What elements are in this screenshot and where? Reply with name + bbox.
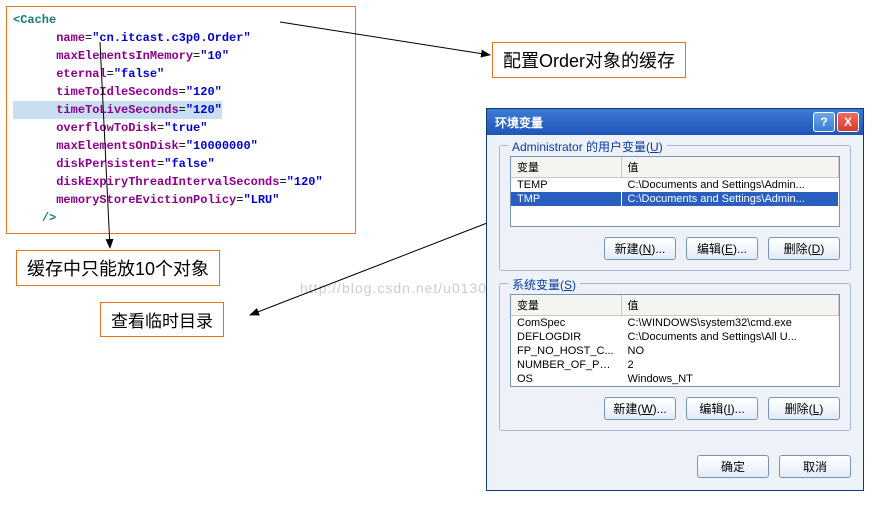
- user-vars-table[interactable]: 变量 值 TEMPC:\Documents and Settings\Admin…: [510, 156, 840, 227]
- code-attr-memoryStoreEvictionPolicy: memoryStoreEvictionPolicy="LRU": [13, 191, 349, 209]
- annotation-temp-dir: 查看临时目录: [100, 302, 224, 337]
- user-delete-button[interactable]: 删除(D): [768, 237, 840, 260]
- user-vars-fieldset: Administrator 的用户变量(U) 变量 值 TEMPC:\Docum…: [499, 145, 851, 271]
- code-attr-timeToLiveSeconds: timeToLiveSeconds="120": [13, 101, 222, 119]
- code-attr-diskPersistent: diskPersistent="false": [13, 155, 349, 173]
- user-edit-button[interactable]: 编辑(E)...: [686, 237, 758, 260]
- sys-new-button[interactable]: 新建(W)...: [604, 397, 676, 420]
- table-row[interactable]: OSWindows_NT: [511, 372, 839, 386]
- ok-button[interactable]: 确定: [697, 455, 769, 478]
- xml-code-block: <Cache name="cn.itcast.c3p0.Order" maxEl…: [6, 6, 356, 234]
- code-attr-eternal: eternal="false": [13, 65, 349, 83]
- env-vars-dialog: 环境变量 ? X Administrator 的用户变量(U) 变量 值 TEM…: [486, 108, 864, 491]
- table-row[interactable]: TMPC:\Documents and Settings\Admin...: [511, 192, 839, 206]
- code-attr-maxElementsInMemory: maxElementsInMemory="10": [13, 47, 349, 65]
- code-attr-maxElementsOnDisk: maxElementsOnDisk="10000000": [13, 137, 349, 155]
- code-attr-overflowToDisk: overflowToDisk="true": [13, 119, 349, 137]
- table-row[interactable]: TEMPC:\Documents and Settings\Admin...: [511, 178, 839, 193]
- cancel-button[interactable]: 取消: [779, 455, 851, 478]
- code-attr-timeToIdleSeconds: timeToIdleSeconds="120": [13, 83, 349, 101]
- xml-open-tag: <Cache: [13, 13, 56, 27]
- sys-delete-button[interactable]: 删除(L): [768, 397, 840, 420]
- table-row[interactable]: ComSpecC:\WINDOWS\system32\cmd.exe: [511, 316, 839, 331]
- system-vars-fieldset: 系统变量(S) 变量 值 ComSpecC:\WINDOWS\system32\…: [499, 283, 851, 431]
- user-new-button[interactable]: 新建(N)...: [604, 237, 676, 260]
- dialog-titlebar[interactable]: 环境变量 ? X: [487, 109, 863, 135]
- annotation-ten-objects: 缓存中只能放10个对象: [16, 250, 220, 286]
- user-vars-title: Administrator 的用户变量(U): [508, 138, 667, 155]
- table-row[interactable]: NUMBER_OF_PR...2: [511, 358, 839, 372]
- col-header-var[interactable]: 变量: [511, 157, 621, 178]
- xml-close-tag: />: [42, 211, 56, 225]
- sys-edit-button[interactable]: 编辑(I)...: [686, 397, 758, 420]
- table-row[interactable]: DEFLOGDIRC:\Documents and Settings\All U…: [511, 330, 839, 344]
- system-vars-table[interactable]: 变量 值 ComSpecC:\WINDOWS\system32\cmd.exeD…: [510, 294, 840, 387]
- annotation-order-cache: 配置Order对象的缓存: [492, 42, 686, 78]
- code-attr-name: name="cn.itcast.c3p0.Order": [13, 29, 349, 47]
- system-vars-title: 系统变量(S): [508, 276, 580, 293]
- code-attr-diskExpiryThreadIntervalSeconds: diskExpiryThreadIntervalSeconds="120": [13, 173, 349, 191]
- dialog-title-text: 环境变量: [495, 114, 543, 131]
- col-header-val[interactable]: 值: [621, 157, 839, 178]
- col-header-var[interactable]: 变量: [511, 295, 621, 316]
- col-header-val[interactable]: 值: [621, 295, 839, 316]
- table-row[interactable]: FP_NO_HOST_C...NO: [511, 344, 839, 358]
- close-button[interactable]: X: [837, 112, 859, 132]
- help-button[interactable]: ?: [813, 112, 835, 132]
